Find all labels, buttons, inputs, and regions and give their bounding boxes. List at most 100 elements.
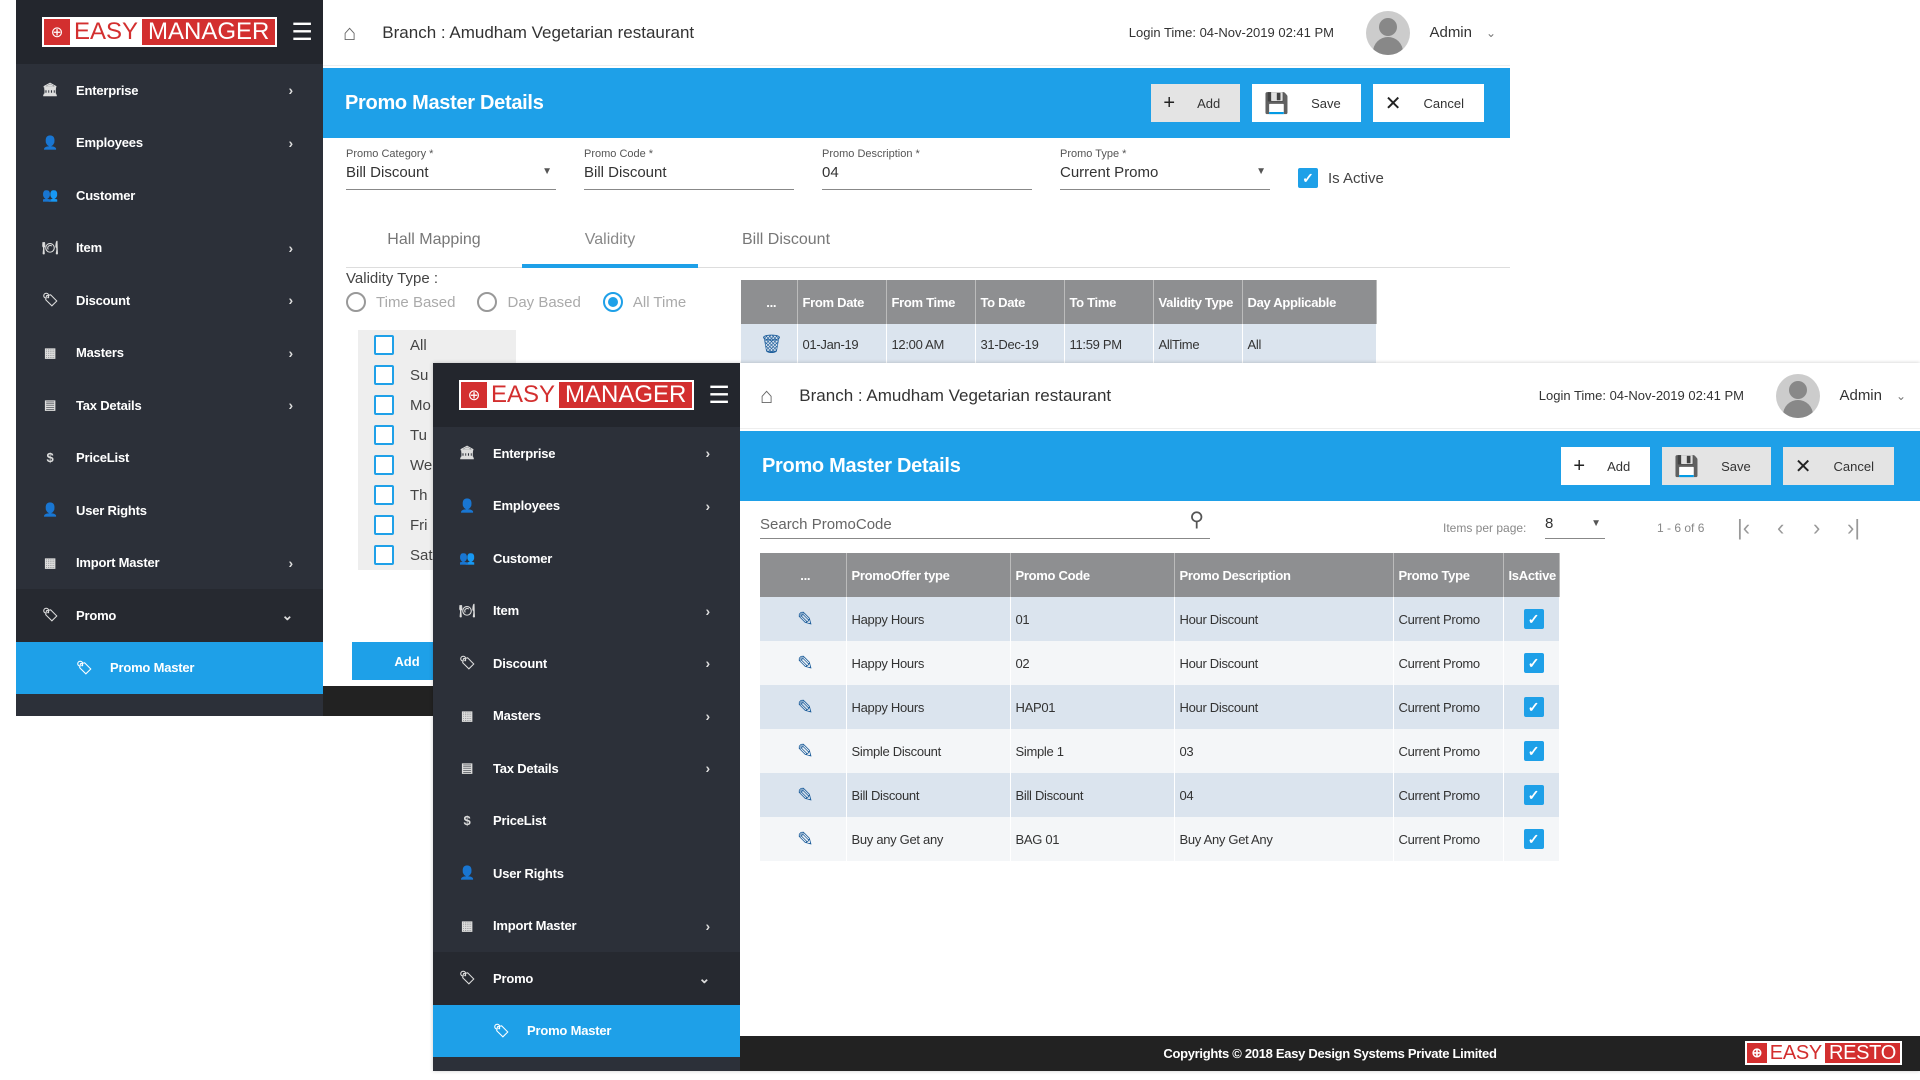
sidebar-item-enterprise[interactable]: 🏛 Enterprise › — [433, 427, 740, 480]
search-input[interactable]: Search PromoCode ⚲ — [760, 507, 1210, 539]
edit-pencil-icon[interactable]: ✎ — [765, 607, 846, 632]
previous-page-icon[interactable]: ‹ — [1777, 515, 1784, 541]
edit-pencil-icon[interactable]: ✎ — [765, 695, 846, 720]
radio-icon[interactable] — [346, 292, 366, 312]
edit-pencil-icon[interactable]: ✎ — [765, 651, 846, 676]
check-icon[interactable]: ✓ — [1523, 829, 1544, 849]
checkbox-icon[interactable] — [374, 395, 394, 415]
chevron-down-icon[interactable]: ⌄ — [1896, 389, 1906, 403]
search-icon[interactable]: ⚲ — [1189, 507, 1204, 532]
first-page-icon[interactable]: |‹ — [1737, 515, 1750, 541]
radio-label: Day Based — [507, 293, 581, 311]
sidebar-item-promo-master[interactable]: 🏷 Promo Master — [16, 641, 323, 694]
sidebar-item-item[interactable]: 🍽 Item › — [16, 222, 323, 275]
user-name[interactable]: Admin — [1839, 387, 1882, 404]
save-button[interactable]: 💾 Save — [1252, 84, 1361, 122]
avatar[interactable] — [1776, 373, 1820, 418]
sidebar-item-pricelist[interactable]: $ PriceList — [433, 795, 740, 848]
edit-cell: ✎ — [760, 729, 847, 773]
checkbox-icon[interactable] — [374, 485, 394, 505]
home-icon[interactable]: ⌂ — [760, 383, 773, 409]
promo-type-value: Current Promo — [1060, 164, 1159, 181]
check-icon[interactable]: ✓ — [1523, 785, 1544, 805]
menu-icon[interactable]: ☰ — [291, 18, 313, 47]
sidebar-item-item[interactable]: 🍽 Item › — [433, 585, 740, 638]
sidebar-item-user-rights[interactable]: 👤 User Rights — [16, 484, 323, 537]
sidebar-item-employees[interactable]: 👤 Employees › — [433, 480, 740, 533]
checkbox-icon[interactable] — [374, 455, 394, 475]
login-time: Login Time: 04-Nov-2019 02:41 PM — [1128, 25, 1334, 40]
screen-promo-list: ⊕ EASY MANAGER ☰ 🏛 Enterprise › 👤 Employees ›… — [433, 363, 1920, 1071]
sidebar-item-import-master[interactable]: ▦ Import Master › — [433, 900, 740, 953]
sidebar-item-discount[interactable]: 🏷 Discount › — [16, 274, 323, 327]
sidebar-item-customer[interactable]: 👥 Customer — [16, 169, 323, 222]
checkbox-icon[interactable] — [374, 545, 394, 565]
promo-code-field[interactable]: Promo Code * Bill Discount — [584, 148, 794, 190]
check-icon[interactable]: ✓ — [1523, 609, 1544, 629]
sidebar-item-customer[interactable]: 👥 Customer — [433, 532, 740, 585]
dropdown-arrow-icon[interactable]: ▼ — [1256, 166, 1266, 177]
chevron-down-icon[interactable]: ⌄ — [1486, 26, 1496, 40]
sidebar-item-import-master[interactable]: ▦ Import Master › — [16, 537, 323, 590]
checkbox-icon[interactable] — [374, 515, 394, 535]
sidebar-item-user-rights[interactable]: 👤 User Rights — [433, 847, 740, 900]
col-to-date: To Date — [975, 280, 1065, 324]
sidebar-item-masters[interactable]: ▦ Masters › — [16, 327, 323, 380]
sidebar-item-enterprise[interactable]: 🏛 Enterprise › — [16, 64, 323, 117]
add-button[interactable]: + Add — [1561, 447, 1651, 485]
sidebar-item-promo-master[interactable]: 🏷 Promo Master — [433, 1004, 740, 1057]
tab-bill-discount[interactable]: Bill Discount — [698, 222, 874, 267]
radio-selected-icon[interactable] — [602, 292, 623, 312]
check-icon[interactable]: ✓ — [1298, 168, 1318, 188]
sidebar-item-discount[interactable]: 🏷 Discount › — [433, 637, 740, 690]
sidebar-item-tax-details[interactable]: ▤ Tax Details › — [433, 742, 740, 795]
delete-icon[interactable]: 🗑 — [741, 324, 798, 364]
promo-category-field[interactable]: Promo Category * Bill Discount ▼ — [346, 148, 556, 190]
user-name[interactable]: Admin — [1429, 24, 1472, 41]
menu-icon[interactable]: ☰ — [708, 381, 730, 410]
sidebar-item-promo[interactable]: 🏷 Promo ⌄ — [16, 589, 323, 642]
radio-all-time[interactable]: All Time — [602, 292, 687, 312]
tab-validity[interactable]: Validity — [522, 222, 698, 268]
check-icon[interactable]: ✓ — [1523, 741, 1544, 761]
sidebar-item-label: Item — [76, 240, 102, 256]
last-page-icon[interactable]: ›| — [1847, 515, 1860, 541]
check-icon[interactable]: ✓ — [1523, 653, 1544, 673]
col-promo-description: Promo Description — [1174, 553, 1394, 597]
edit-pencil-icon[interactable]: ✎ — [765, 739, 846, 764]
radio-icon[interactable] — [477, 292, 498, 312]
sidebar-item-employees[interactable]: 👤 Employees › — [16, 117, 323, 170]
cell-to-date: 31-Dec-19 — [975, 324, 1065, 364]
sidebar-item-pricelist[interactable]: $ PriceList — [16, 432, 323, 485]
radio-day-based[interactable]: Day Based — [477, 292, 581, 312]
avatar[interactable] — [1366, 10, 1410, 55]
checkbox-icon[interactable] — [374, 335, 394, 355]
checkbox-icon[interactable] — [374, 425, 394, 445]
is-active-checkbox[interactable]: ✓ Is Active — [1298, 168, 1384, 188]
cell-promo-type: Current Promo — [1393, 641, 1504, 685]
save-button[interactable]: 💾 Save — [1662, 447, 1771, 485]
next-page-icon[interactable]: › — [1813, 515, 1820, 541]
tab-hall-mapping[interactable]: Hall Mapping — [346, 222, 522, 267]
cancel-button[interactable]: ✕ Cancel — [1782, 447, 1894, 485]
chevron-right-icon: › — [288, 239, 294, 256]
promo-type-field[interactable]: Promo Type * Current Promo ▼ — [1060, 148, 1270, 190]
radio-label: All Time — [632, 293, 687, 311]
logo-manager-text: MANAGER — [142, 18, 276, 45]
day-option[interactable]: All — [358, 330, 516, 360]
sidebar-item-tax-details[interactable]: ▤ Tax Details › — [16, 379, 323, 432]
sidebar-item-promo[interactable]: 🏷 Promo ⌄ — [433, 952, 740, 1005]
items-per-page-select[interactable]: 8 ▼ — [1545, 515, 1605, 539]
checkbox-icon[interactable] — [374, 365, 394, 385]
edit-pencil-icon[interactable]: ✎ — [765, 783, 846, 808]
home-icon[interactable]: ⌂ — [343, 20, 356, 46]
table-row: ✎ Happy Hours 02 Hour Discount Current Promo… — [760, 641, 1560, 685]
sidebar-item-masters[interactable]: ▦ Masters › — [433, 690, 740, 743]
check-icon[interactable]: ✓ — [1523, 697, 1544, 717]
radio-time-based[interactable]: Time Based — [346, 292, 455, 312]
edit-pencil-icon[interactable]: ✎ — [765, 827, 846, 852]
promo-description-field[interactable]: Promo Description * 04 — [822, 148, 1032, 190]
cancel-button[interactable]: ✕ Cancel — [1372, 84, 1484, 122]
dropdown-arrow-icon[interactable]: ▼ — [542, 166, 552, 177]
add-button[interactable]: + Add — [1151, 84, 1241, 122]
